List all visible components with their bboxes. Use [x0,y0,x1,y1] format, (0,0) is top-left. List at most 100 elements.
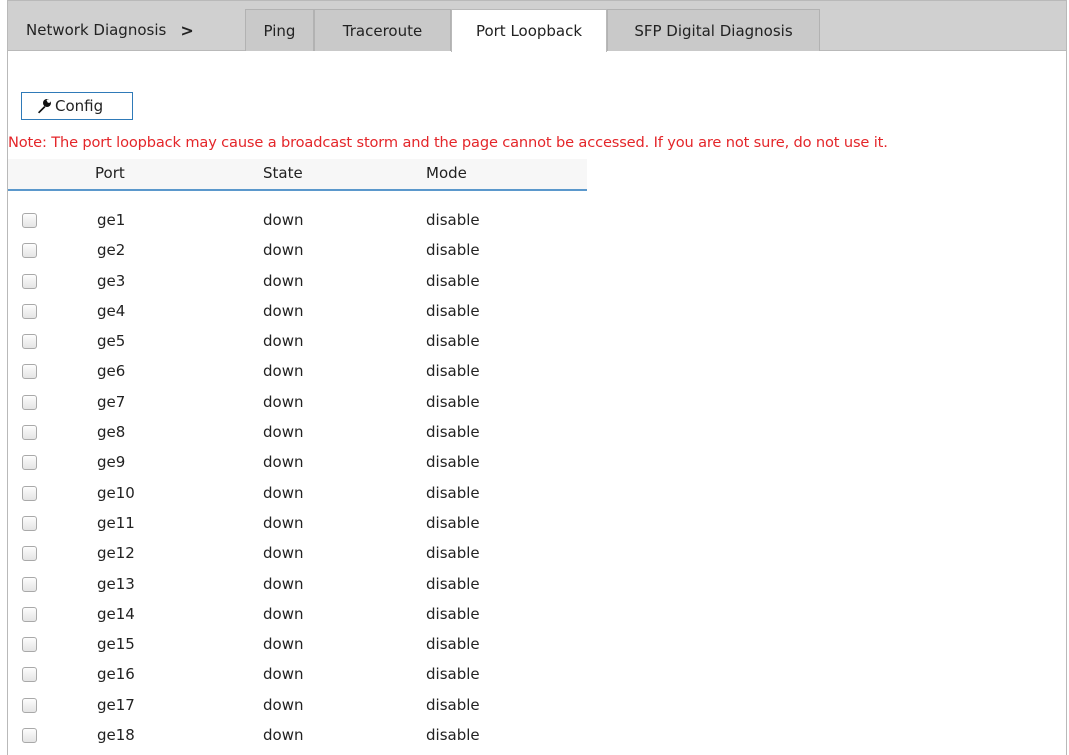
table-row: ge18 down disable [8,724,608,754]
row-checkbox[interactable] [22,273,37,289]
mode-cell: disable [426,635,480,654]
row-checkbox[interactable] [22,394,37,410]
row-checkbox[interactable] [22,303,37,319]
table-header: Port State Mode [8,159,587,191]
table-row: ge7 down disable [8,391,608,421]
row-checkbox[interactable] [22,728,37,744]
state-cell: down [263,726,304,745]
row-checkbox[interactable] [22,243,37,259]
table-row: ge11 down disable [8,512,608,542]
state-cell: down [263,271,304,290]
state-cell: down [263,574,304,593]
port-cell: ge2 [97,241,126,260]
table-row: ge16 down disable [8,663,608,693]
state-cell: down [263,241,304,260]
row-checkbox[interactable] [22,576,37,592]
port-cell: ge18 [97,726,135,745]
port-cell: ge6 [97,362,126,381]
port-cell: ge12 [97,544,135,563]
port-cell: ge7 [97,392,126,411]
table-row: ge13 down disable [8,573,608,603]
breadcrumb-separator: > [180,20,194,40]
row-checkbox[interactable] [22,425,37,441]
table-row: ge12 down disable [8,542,608,572]
port-cell: ge3 [97,271,126,290]
mode-cell: disable [426,513,480,532]
state-cell: down [263,544,304,563]
port-cell: ge16 [97,665,135,684]
row-checkbox[interactable] [22,606,37,622]
mode-cell: disable [426,574,480,593]
table-row: ge8 down disable [8,421,608,451]
tab-label: SFP Digital Diagnosis [634,21,793,40]
state-cell: down [263,332,304,351]
state-cell: down [263,301,304,320]
table-row: ge17 down disable [8,694,608,724]
tab-traceroute[interactable]: Traceroute [314,9,451,51]
config-button[interactable]: Config [21,92,133,120]
breadcrumb: Network Diagnosis > [8,9,245,51]
table-row: ge3 down disable [8,270,608,300]
column-header-state: State [263,164,303,182]
column-header-port: Port [95,164,125,182]
port-cell: ge11 [97,513,135,532]
state-cell: down [263,513,304,532]
table-row: ge2 down disable [8,239,608,269]
mode-cell: disable [426,544,480,563]
tab-sfp-digital-diagnosis[interactable]: SFP Digital Diagnosis [607,9,820,51]
port-cell: ge4 [97,301,126,320]
mode-cell: disable [426,211,480,229]
state-cell: down [263,665,304,684]
mode-cell: disable [426,665,480,684]
row-checkbox[interactable] [22,637,37,653]
config-button-label: Config [55,97,104,115]
wrench-icon [36,98,52,114]
state-cell: down [263,392,304,411]
tab-port-loopback[interactable]: Port Loopback [451,9,607,52]
warning-note: Note: The port loopback may cause a broa… [8,134,888,151]
table-row: ge9 down disable [8,451,608,481]
row-checkbox[interactable] [22,364,37,380]
table-row: ge4 down disable [8,300,608,330]
mode-cell: disable [426,604,480,623]
state-cell: down [263,423,304,442]
state-cell: down [263,604,304,623]
mode-cell: disable [426,453,480,472]
state-cell: down [263,211,304,229]
table-row: ge10 down disable [8,482,608,512]
row-checkbox[interactable] [22,697,37,713]
port-cell: ge5 [97,332,126,351]
mode-cell: disable [426,392,480,411]
table-row: ge1 down disable [8,209,608,239]
port-cell: ge8 [97,423,126,442]
mode-cell: disable [426,301,480,320]
mode-cell: disable [426,726,480,745]
tab-ping[interactable]: Ping [245,9,314,51]
mode-cell: disable [426,423,480,442]
port-cell: ge13 [97,574,135,593]
state-cell: down [263,695,304,714]
state-cell: down [263,453,304,472]
mode-cell: disable [426,332,480,351]
mode-cell: disable [426,241,480,260]
table-row: ge5 down disable [8,330,608,360]
row-checkbox[interactable] [22,213,37,228]
row-checkbox[interactable] [22,515,37,531]
row-checkbox[interactable] [22,485,37,501]
page-frame: Network Diagnosis > Ping Traceroute Port… [7,0,1067,755]
mode-cell: disable [426,362,480,381]
port-cell: ge1 [97,211,126,229]
port-table-body: ge1 down disable ge2 down disable ge3 down disab… [8,209,608,754]
mode-cell: disable [426,483,480,502]
mode-cell: disable [426,271,480,290]
row-checkbox[interactable] [22,334,37,350]
row-checkbox[interactable] [22,667,37,683]
mode-cell: disable [426,695,480,714]
row-checkbox[interactable] [22,455,37,471]
state-cell: down [263,635,304,654]
port-cell: ge14 [97,604,135,623]
state-cell: down [263,483,304,502]
breadcrumb-label: Network Diagnosis [26,21,167,39]
column-header-mode: Mode [426,164,467,182]
row-checkbox[interactable] [22,546,37,562]
